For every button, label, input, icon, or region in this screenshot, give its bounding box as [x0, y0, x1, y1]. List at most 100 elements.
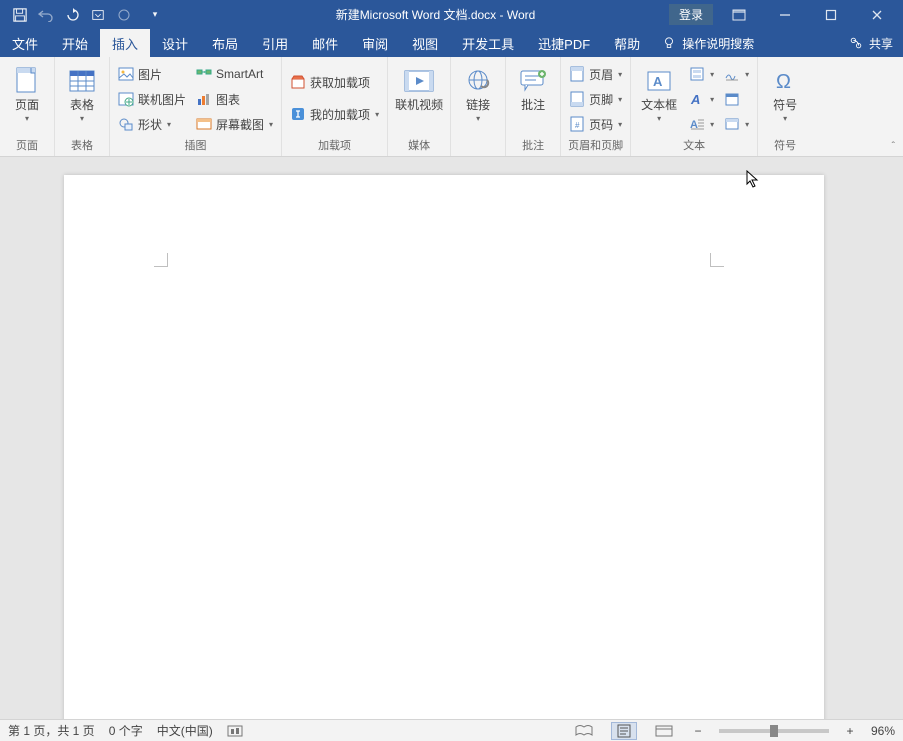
footer-button[interactable]: 页脚▾: [567, 88, 624, 110]
group-header-footer-label: 页眉和页脚: [567, 135, 624, 156]
object-button[interactable]: ▾: [722, 113, 751, 135]
redo-button[interactable]: [60, 3, 84, 27]
wordart-button[interactable]: A▾: [687, 88, 716, 110]
minimize-button[interactable]: [765, 3, 805, 27]
view-web-layout-button[interactable]: [651, 722, 677, 740]
titlebar-right: 登录: [669, 3, 903, 27]
group-tables: 表格 ▾ 表格: [55, 57, 110, 156]
get-addins-button[interactable]: 获取加载项: [288, 71, 381, 93]
chevron-down-icon: ▾: [710, 95, 714, 104]
chart-label: 图表: [216, 91, 240, 108]
chevron-down-icon: ▾: [783, 114, 787, 123]
page-number-button[interactable]: # 页码▾: [567, 113, 624, 135]
chevron-down-icon: ▾: [618, 95, 622, 104]
document-canvas[interactable]: [0, 157, 903, 719]
online-video-button[interactable]: 联机视频: [394, 63, 444, 112]
status-page[interactable]: 第 1 页，共 1 页: [8, 722, 95, 739]
ribbon-display-options-button[interactable]: [719, 3, 759, 27]
screenshot-button[interactable]: 屏幕截图▾: [194, 113, 275, 135]
titlebar: ▾ 新建Microsoft Word 文档.docx - Word 登录: [0, 0, 903, 29]
share-button[interactable]: 共享: [839, 29, 903, 57]
tab-layout[interactable]: 布局: [200, 29, 250, 57]
tab-xunjie-pdf[interactable]: 迅捷PDF: [526, 29, 602, 57]
tell-me-label: 操作说明搜索: [682, 35, 754, 52]
video-icon: [403, 65, 435, 97]
tab-insert[interactable]: 插入: [100, 29, 150, 57]
status-language[interactable]: 中文(中国): [157, 722, 213, 739]
tab-references[interactable]: 引用: [250, 29, 300, 57]
zoom-level[interactable]: 96%: [871, 724, 895, 738]
page[interactable]: [64, 175, 824, 719]
page-number-label: 页码: [589, 116, 613, 133]
window-title: 新建Microsoft Word 文档.docx - Word: [162, 6, 669, 23]
pictures-button[interactable]: 图片: [116, 63, 188, 85]
text-box-button[interactable]: A 文本框 ▾: [637, 63, 681, 123]
collapse-ribbon-button[interactable]: ˆ: [892, 141, 895, 152]
tell-me-search[interactable]: 操作说明搜索: [652, 29, 764, 57]
undo-button[interactable]: [34, 3, 58, 27]
qat-customize-button[interactable]: ▾: [148, 3, 162, 27]
status-word-count[interactable]: 0 个字: [109, 722, 143, 739]
shapes-button[interactable]: 形状▾: [116, 113, 188, 135]
my-addins-button[interactable]: 我的加载项▾: [288, 103, 381, 125]
comment-button[interactable]: 批注: [512, 63, 554, 112]
lightbulb-icon: [662, 36, 676, 50]
tab-mailings[interactable]: 邮件: [300, 29, 350, 57]
object-icon: [724, 116, 740, 132]
tab-help[interactable]: 帮助: [602, 29, 652, 57]
tab-file[interactable]: 文件: [0, 29, 50, 57]
link-icon: [462, 65, 494, 97]
header-button[interactable]: 页眉▾: [567, 63, 624, 85]
maximize-button[interactable]: [811, 3, 851, 27]
ribbon: 页面 ▾ 页面 表格 ▾ 表格 图片: [0, 57, 903, 157]
tab-design[interactable]: 设计: [150, 29, 200, 57]
close-button[interactable]: [857, 3, 897, 27]
group-comments: 批注 批注: [506, 57, 561, 156]
group-media: 联机视频 媒体: [388, 57, 451, 156]
status-macro-icon[interactable]: [227, 724, 243, 738]
tab-view[interactable]: 视图: [400, 29, 450, 57]
login-button[interactable]: 登录: [669, 4, 713, 25]
group-links-label: [457, 139, 499, 156]
quick-parts-button[interactable]: ▾: [687, 63, 716, 85]
group-header-footer: 页眉▾ 页脚▾ # 页码▾ 页眉和页脚: [561, 57, 631, 156]
chart-button[interactable]: 图表: [194, 88, 275, 110]
tab-developer[interactable]: 开发工具: [450, 29, 526, 57]
footer-icon: [569, 91, 585, 107]
table-button[interactable]: 表格 ▾: [61, 63, 103, 123]
zoom-slider[interactable]: [719, 729, 829, 733]
shapes-label: 形状: [138, 116, 162, 133]
my-addins-label: 我的加载项: [310, 106, 370, 123]
pages-button[interactable]: 页面 ▾: [6, 63, 48, 123]
online-pictures-button[interactable]: 联机图片: [116, 88, 188, 110]
tab-home[interactable]: 开始: [50, 29, 100, 57]
table-label: 表格: [70, 99, 94, 112]
save-button[interactable]: [8, 3, 32, 27]
link-button[interactable]: 链接 ▾: [457, 63, 499, 123]
link-label: 链接: [466, 99, 490, 112]
svg-text:#: #: [575, 121, 580, 130]
page-icon: [11, 65, 43, 97]
chevron-down-icon: ▾: [618, 70, 622, 79]
qat-circle-button[interactable]: [112, 3, 136, 27]
zoom-in-button[interactable]: +: [843, 724, 857, 738]
zoom-out-button[interactable]: −: [691, 724, 705, 738]
group-media-label: 媒体: [394, 135, 444, 156]
pictures-label: 图片: [138, 66, 162, 83]
chevron-down-icon: ▾: [80, 114, 84, 123]
zoom-slider-thumb[interactable]: [770, 725, 778, 737]
smartart-button[interactable]: SmartArt: [194, 63, 275, 85]
ribbon-tabstrip: 文件 开始 插入 设计 布局 引用 邮件 审阅 视图 开发工具 迅捷PDF 帮助…: [0, 29, 903, 57]
tab-review[interactable]: 审阅: [350, 29, 400, 57]
group-illustrations-label: 插图: [116, 135, 275, 156]
group-symbols: Ω 符号 ▾ 符号: [758, 57, 812, 156]
margin-marker-top-right: [710, 253, 724, 267]
signature-line-button[interactable]: ▾: [722, 63, 751, 85]
drop-cap-button[interactable]: A▾: [687, 113, 716, 135]
qat-extra-button[interactable]: [86, 3, 110, 27]
view-read-mode-button[interactable]: [571, 722, 597, 740]
view-print-layout-button[interactable]: [611, 722, 637, 740]
group-links: 链接 ▾: [451, 57, 506, 156]
date-time-button[interactable]: [722, 88, 751, 110]
symbol-button[interactable]: Ω 符号 ▾: [764, 63, 806, 123]
